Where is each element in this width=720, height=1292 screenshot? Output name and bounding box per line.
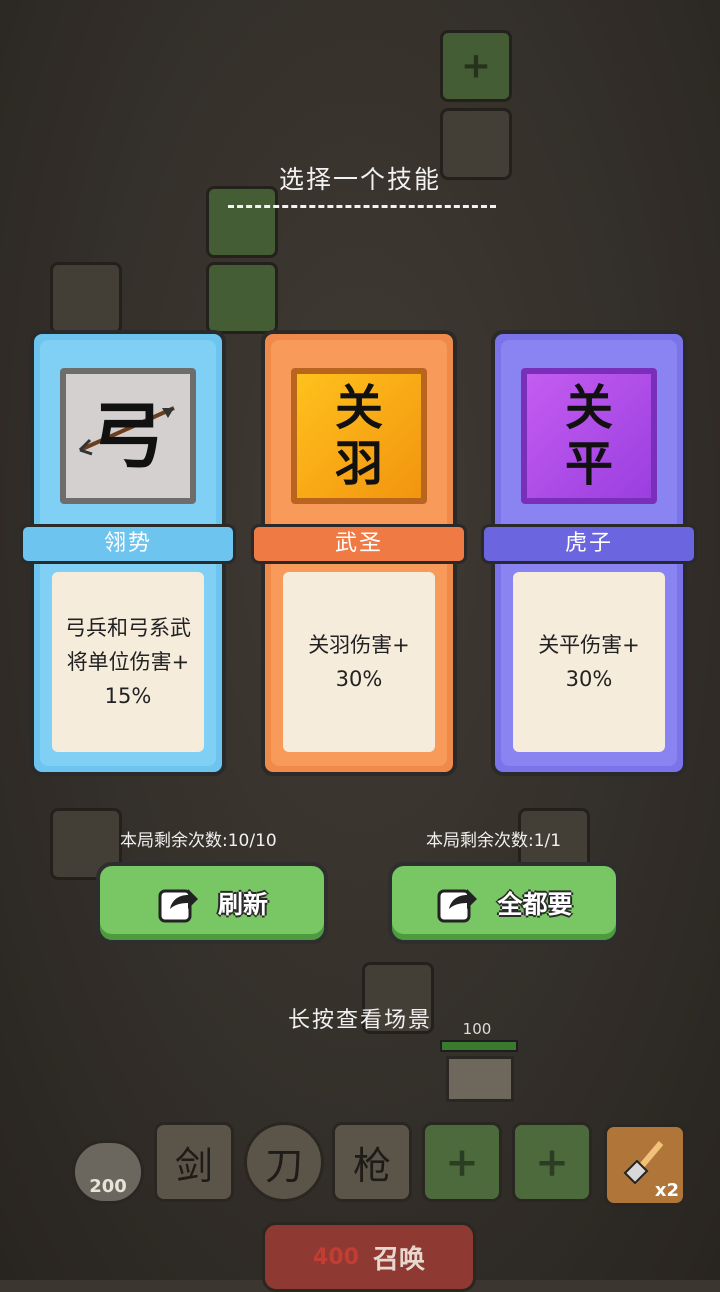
shovel-button[interactable]: x2: [604, 1124, 686, 1206]
portrait-glyph: 关 平: [564, 380, 613, 492]
base-hp-bar: [440, 1040, 518, 1052]
skill-description: 弓兵和弓系武 将单位伤害+ 15%: [52, 572, 204, 752]
skill-portrait: 关 平: [521, 368, 657, 504]
base-tent-icon: [446, 1056, 514, 1102]
skill-card-archer[interactable]: 弓 翎势 弓兵和弓系武 将单位伤害+ 15%: [20, 330, 236, 776]
shovel-multiplier: x2: [654, 1180, 679, 1201]
player-base: 100: [436, 1020, 518, 1102]
refresh-label: 刷新: [217, 890, 268, 919]
portrait-glyph: 弓: [91, 393, 164, 478]
skill-card-guanyu[interactable]: 关 羽 武圣 关羽伤害+ 30%: [251, 330, 467, 776]
unit-slot-empty[interactable]: +: [422, 1122, 502, 1202]
long-press-hint: 长按查看场景: [287, 1008, 432, 1033]
unit-slot-blade[interactable]: 刀: [244, 1122, 324, 1202]
currency-counter: 200: [72, 1140, 144, 1204]
skill-name: 虎子: [481, 524, 697, 564]
unit-slot-spear[interactable]: 枪: [332, 1122, 412, 1202]
share-arrow-icon: [437, 889, 478, 923]
refresh-button[interactable]: 刷新: [96, 862, 328, 944]
summon-button[interactable]: 400 召唤: [262, 1222, 476, 1292]
skill-card-guanping[interactable]: 关 平 虎子 关平伤害+ 30%: [481, 330, 697, 776]
skill-name: 武圣: [251, 524, 467, 564]
skill-name: 翎势: [20, 524, 236, 564]
skill-portrait: 弓: [60, 368, 196, 504]
unit-slot-sword[interactable]: 剑: [154, 1122, 234, 1202]
refresh-counter: 本局剩余次数:10/10: [120, 831, 277, 851]
title-divider: [228, 205, 496, 208]
portrait-glyph: 关 羽: [334, 380, 383, 492]
skill-portrait: 关 羽: [291, 368, 427, 504]
base-hp: 100: [462, 1020, 492, 1038]
skill-description: 关平伤害+ 30%: [513, 572, 665, 752]
take-all-counter: 本局剩余次数:1/1: [426, 831, 562, 851]
summon-label: 召唤: [372, 1244, 425, 1275]
skill-description: 关羽伤害+ 30%: [283, 572, 435, 752]
unit-slot-empty[interactable]: +: [512, 1122, 592, 1202]
take-all-button[interactable]: 全都要: [388, 862, 620, 944]
dialog-title: 选择一个技能: [278, 165, 441, 194]
summon-cost: 400: [313, 1244, 359, 1270]
share-arrow-icon: [158, 889, 198, 923]
take-all-label: 全都要: [497, 890, 573, 919]
